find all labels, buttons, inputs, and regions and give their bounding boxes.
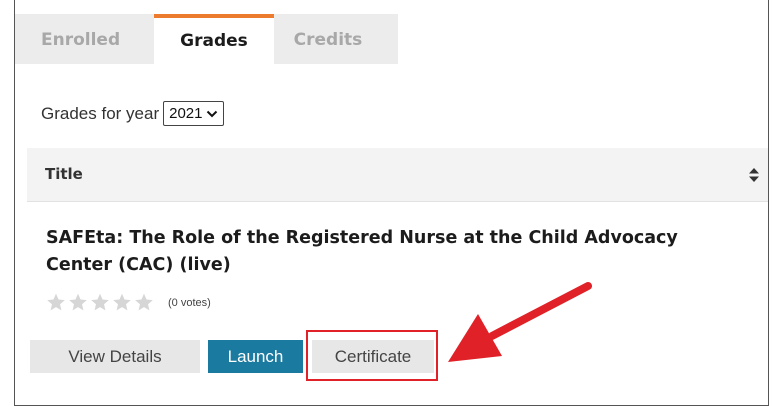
sort-icon[interactable]: [748, 167, 760, 183]
star-icon[interactable]: [67, 292, 89, 313]
star-icon[interactable]: [133, 292, 155, 313]
column-header-title[interactable]: Title: [45, 165, 83, 183]
tab-enrolled[interactable]: Enrolled: [27, 14, 139, 64]
vote-count: (0 votes): [168, 296, 211, 309]
table-header: Title: [27, 148, 768, 202]
star-icon[interactable]: [89, 292, 111, 313]
chevron-down-icon: [207, 110, 218, 117]
star-icon[interactable]: [111, 292, 133, 313]
tab-credits[interactable]: Credits: [274, 14, 382, 64]
view-details-button[interactable]: View Details: [30, 340, 200, 373]
tab-bar: Enrolled Grades Credits: [15, 14, 398, 64]
tab-grades[interactable]: Grades: [154, 14, 274, 64]
red-arrow-annotation: [448, 282, 592, 362]
course-title[interactable]: SAFEta: The Role of the Registered Nurse…: [46, 225, 746, 279]
year-filter: Grades for year 2021: [41, 101, 225, 126]
year-filter-label: Grades for year: [41, 103, 160, 123]
launch-button[interactable]: Launch: [208, 340, 303, 373]
star-rating[interactable]: (0 votes): [45, 292, 211, 313]
year-select-value: 2021: [169, 105, 203, 122]
certificate-highlight-box: [306, 330, 438, 381]
star-icon[interactable]: [45, 292, 67, 313]
year-select[interactable]: 2021: [163, 101, 225, 126]
